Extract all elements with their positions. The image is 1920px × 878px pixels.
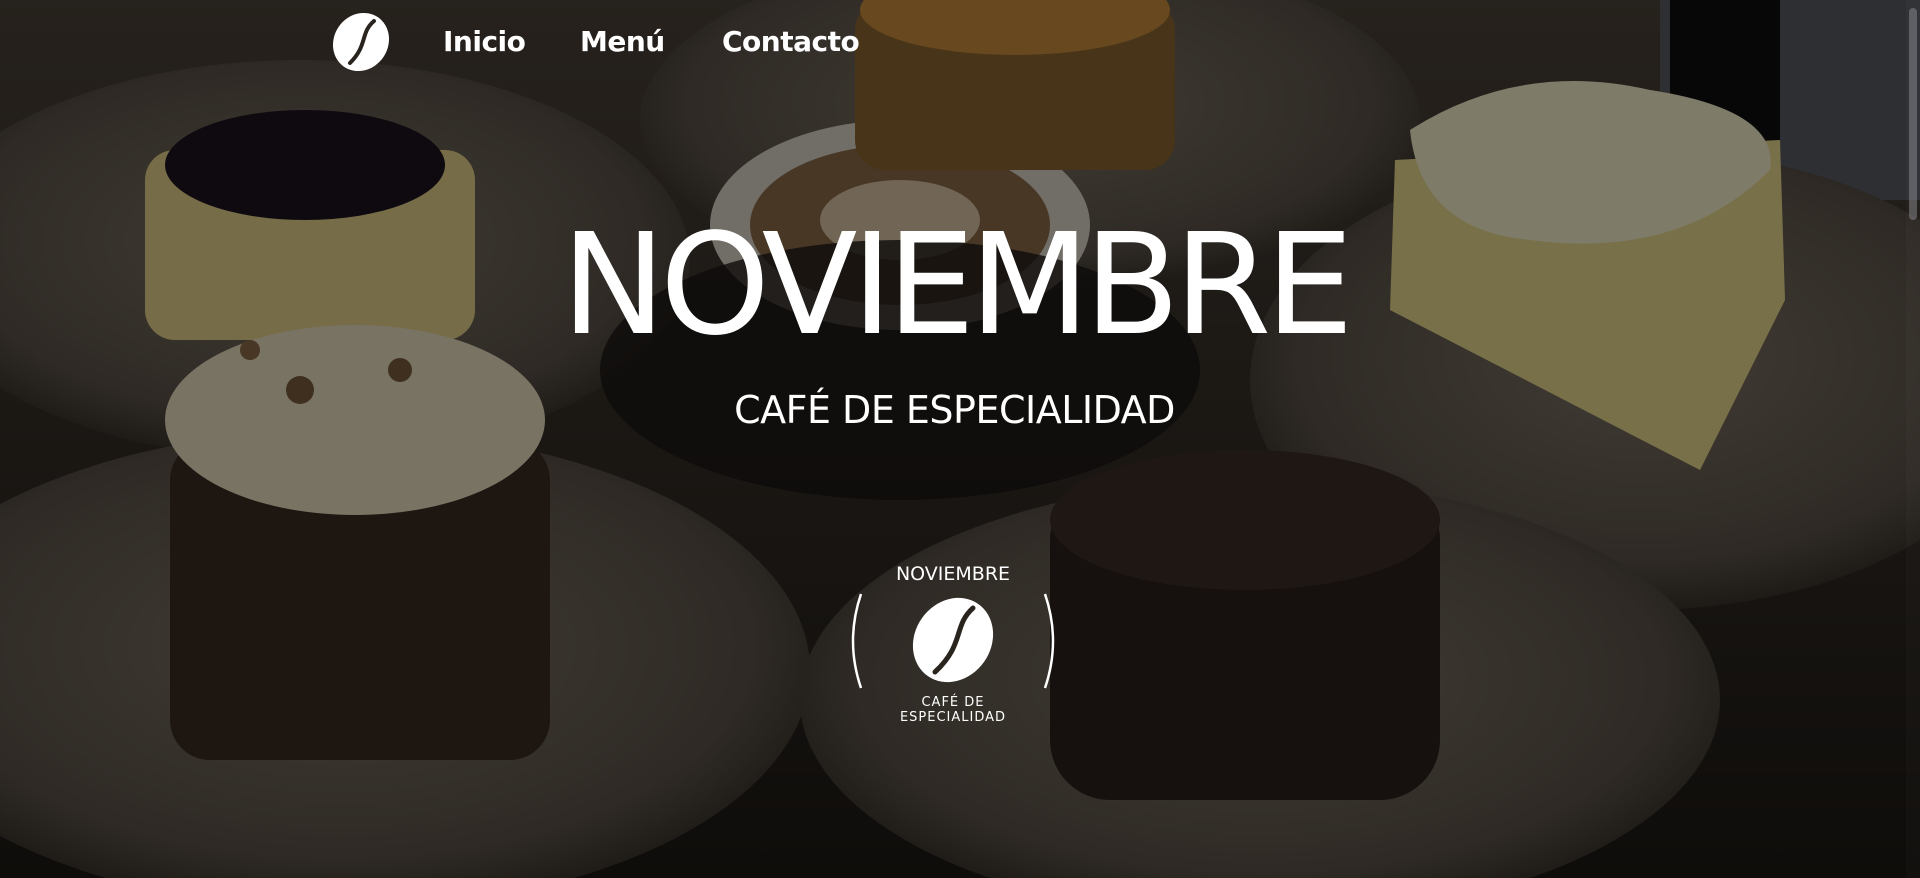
nav-link-menu[interactable]: Menú <box>580 22 665 62</box>
coffee-bean-icon[interactable] <box>330 11 392 73</box>
dark-overlay <box>0 0 1920 878</box>
scrollbar-thumb[interactable] <box>1909 8 1917 220</box>
badge-bottom-text: CAFÉ DE ESPECIALIDAD <box>845 695 1061 725</box>
hero-title: NOVIEMBRE <box>561 204 1354 367</box>
page-scrollbar[interactable] <box>1906 0 1920 878</box>
badge-bottom-line2: ESPECIALIDAD <box>899 710 1007 725</box>
nav-link-contacto[interactable]: Contacto <box>722 22 860 62</box>
hero-subtitle: CAFÉ DE ESPECIALIDAD <box>734 388 1175 432</box>
badge-top-text: NOVIEMBRE <box>895 563 1011 585</box>
hero-section: Inicio Menú Contacto NOVIEMBRE CAFÉ DE E… <box>0 0 1920 878</box>
badge-bottom-line1: CAFÉ DE <box>921 695 985 710</box>
nav-link-inicio[interactable]: Inicio <box>443 22 526 62</box>
badge-emblem <box>851 593 1055 689</box>
coffee-bean-icon <box>912 597 994 683</box>
brand-badge: NOVIEMBRE CAFÉ DE ESPECIALIDAD <box>845 556 1061 732</box>
top-navigation: Inicio Menú Contacto <box>0 0 1920 86</box>
